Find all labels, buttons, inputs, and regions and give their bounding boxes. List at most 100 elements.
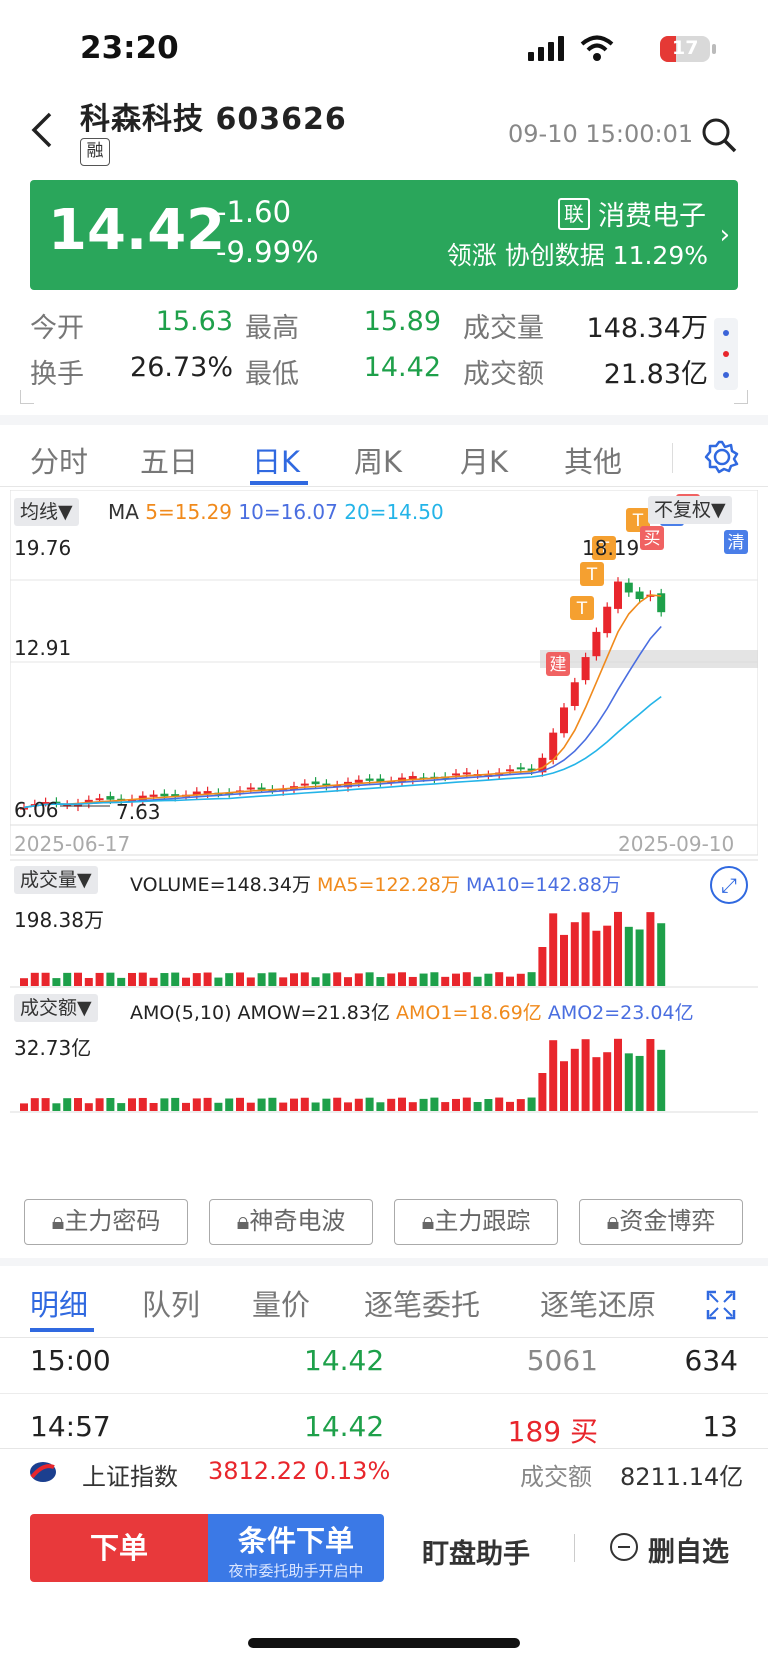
candle-body	[570, 682, 579, 706]
tab-intraday[interactable]: 分时	[30, 439, 88, 481]
volume-legend: VOLUME=148.34万 MA5=122.28万 MA10=142.88万	[130, 874, 621, 896]
amount-bar	[333, 1097, 342, 1111]
settings-gear-icon[interactable]	[704, 439, 740, 475]
volume-bar	[376, 977, 385, 986]
trade-marker: T	[586, 565, 598, 585]
volume-bar	[20, 978, 28, 986]
search-icon[interactable]	[700, 116, 738, 154]
tool-fund-game[interactable]: 🔒︎资金博弈	[579, 1199, 743, 1245]
lock-icon: 🔒︎	[236, 1207, 250, 1235]
row-price: 14.42	[304, 1344, 385, 1377]
table-row: 14:57 14.42 189 买 13	[0, 1394, 768, 1448]
tab-daily-k[interactable]: 日K	[252, 439, 300, 481]
open-label: 今开	[30, 313, 84, 344]
tab-monthly-k[interactable]: 月K	[460, 439, 508, 481]
amount-bar	[311, 1102, 320, 1111]
candle-body	[506, 769, 514, 772]
table-row: 15:00 14.42 5061 634	[0, 1328, 768, 1394]
amount-bar	[74, 1098, 82, 1111]
volume-bar	[311, 977, 320, 986]
stock-title: 科森科技 603626	[80, 102, 347, 137]
tool-main-force-track[interactable]: 🔒︎主力跟踪	[394, 1199, 558, 1245]
amount-bar	[592, 1057, 601, 1111]
volume-bar	[581, 912, 590, 986]
volume-selector[interactable]: 成交量▼	[14, 866, 98, 894]
kline-chart-area[interactable]: 建TTTT买清建清 均线▼ MA 5=15.29 10=16.07 20=14.…	[10, 490, 758, 1180]
amount-bar	[430, 1097, 439, 1111]
more-dots-icon[interactable]	[714, 318, 738, 390]
row-count: 634	[684, 1344, 738, 1377]
candle-body	[452, 773, 460, 776]
back-icon[interactable]	[28, 110, 58, 150]
tab-queue[interactable]: 队列	[142, 1282, 200, 1324]
amount-bar	[225, 1098, 234, 1111]
candle-body	[300, 783, 309, 786]
volume-bar	[128, 972, 136, 986]
home-indicator	[248, 1638, 520, 1648]
candle-body	[614, 581, 622, 609]
amount-value: 21.83亿	[603, 359, 708, 390]
amount-bar	[570, 1048, 579, 1111]
ma-selector[interactable]: 均线▼	[14, 498, 79, 526]
linked-badge: 联	[558, 198, 590, 230]
volume-bar	[387, 973, 396, 986]
tab-other[interactable]: 其他	[564, 439, 622, 481]
ma-legend: MA 5=15.29 10=16.07 20=14.50	[108, 500, 444, 524]
volume-bar	[506, 976, 514, 986]
remove-watchlist-button[interactable]: 删自选	[610, 1530, 729, 1568]
tab-order-by-order[interactable]: 逐笔委托	[364, 1282, 480, 1324]
amount-bar	[365, 1097, 374, 1111]
amount-bar	[41, 1098, 50, 1111]
volume-bar	[106, 972, 115, 986]
amount-selector[interactable]: 成交额▼	[14, 994, 98, 1022]
amount-bar	[419, 1098, 428, 1111]
premium-tools: 🔒︎主力密码 🔒︎神奇电波 🔒︎主力跟踪 🔒︎资金博弈	[0, 1185, 768, 1255]
high-value: 15.89	[363, 306, 441, 337]
amount-bar	[549, 1040, 558, 1111]
fullscreen-icon[interactable]	[706, 1290, 736, 1320]
volume-bar	[203, 972, 212, 986]
volume-bar	[236, 972, 244, 986]
chart-tabs: 分时 五日 日K 周K 月K 其他	[0, 425, 768, 487]
tab-weekly-k[interactable]: 周K	[354, 439, 402, 481]
tab-tick-restore[interactable]: 逐笔还原	[540, 1282, 656, 1324]
tool-main-force-code[interactable]: 🔒︎主力密码	[24, 1199, 188, 1245]
period-low-label: 6.06	[14, 798, 59, 822]
open-value: 15.63	[155, 306, 233, 337]
tool-magic-wave[interactable]: 🔒︎神奇电波	[209, 1199, 373, 1245]
amount-bar	[257, 1098, 266, 1111]
tab-detail[interactable]: 明细	[30, 1282, 88, 1324]
row-time: 15:00	[30, 1344, 111, 1377]
amount-bar	[214, 1102, 223, 1111]
watch-assistant-button[interactable]: 盯盘助手	[422, 1532, 530, 1571]
amount-bar	[63, 1098, 72, 1111]
expand-arrows-icon[interactable]: ⤢	[710, 866, 748, 904]
adjust-selector[interactable]: 不复权▼	[648, 496, 732, 524]
volume-bar	[592, 930, 601, 986]
amount-bar	[527, 1097, 536, 1111]
amount-max-label: 32.73亿	[14, 1036, 92, 1060]
tab-volume-price[interactable]: 量价	[252, 1282, 310, 1324]
amount-bar	[354, 1098, 363, 1111]
amount-bar	[52, 1103, 61, 1111]
amount-bar	[398, 1097, 406, 1111]
row-price: 14.42	[304, 1410, 385, 1443]
candle-body	[581, 657, 590, 681]
index-ticker[interactable]: 上证指数 3812.22 0.13% 成交额 8211.14亿	[0, 1448, 768, 1492]
amount-bar	[538, 1073, 547, 1111]
price-change: -1.60 -9.99%	[216, 195, 319, 269]
volume-bar	[495, 972, 504, 986]
conditional-order-button[interactable]: 条件下单 夜市委托助手开启中	[208, 1514, 384, 1582]
volume-bar	[322, 973, 331, 986]
tab-five-day[interactable]: 五日	[140, 439, 198, 481]
price-banner[interactable]: 14.42 -1.60 -9.99% 联 消费电子 领涨 协创数据 11.29%…	[30, 180, 738, 290]
amount-bar	[95, 1098, 104, 1111]
amount-bar	[106, 1098, 115, 1111]
index-value: 3812.22	[208, 1457, 308, 1485]
volume-value: 148.34万	[586, 313, 708, 344]
place-order-button[interactable]: 下单	[30, 1514, 208, 1582]
volume-bar	[182, 977, 190, 986]
volume-bar	[657, 923, 666, 986]
stock-header: 科森科技 603626 融 09-10 15:00:01	[0, 90, 768, 170]
volume-bar	[171, 972, 180, 986]
